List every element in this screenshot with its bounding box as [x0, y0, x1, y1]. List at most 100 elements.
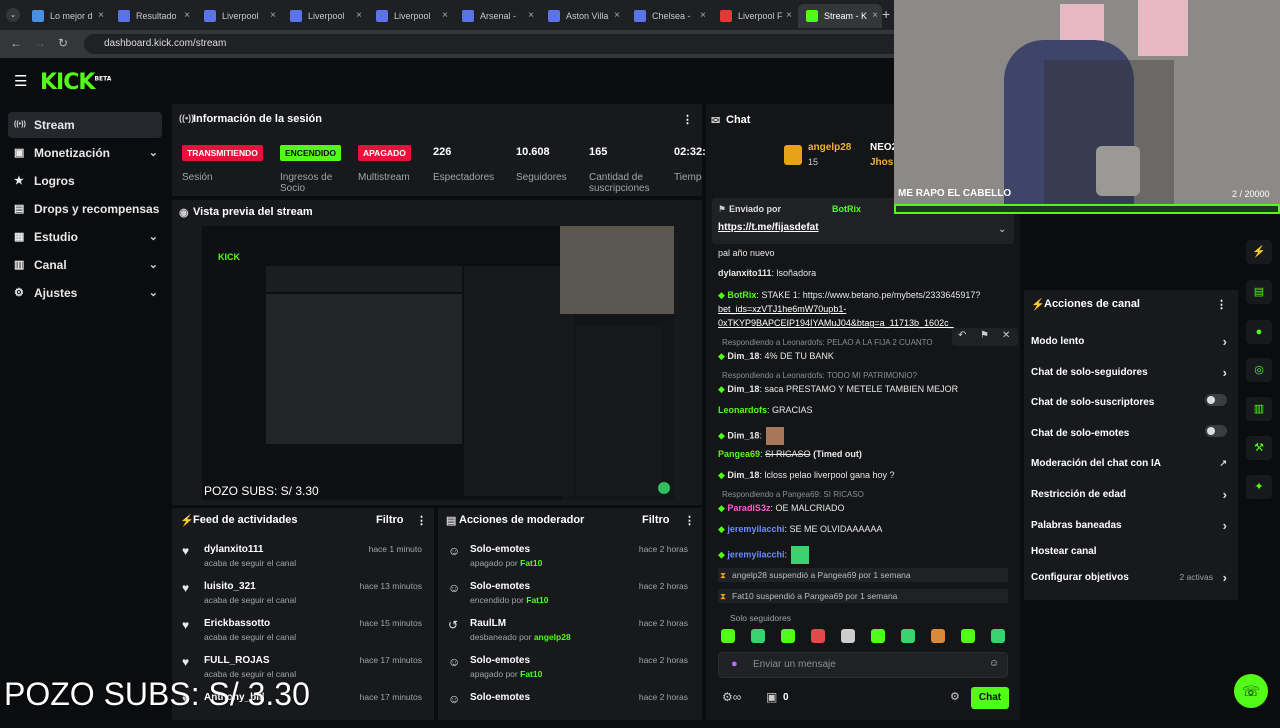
chat-username[interactable]: jeremyilacchi: [727, 524, 784, 534]
leader-name-3[interactable]: Jhos: [870, 157, 893, 168]
back-icon[interactable]: ←: [10, 36, 22, 50]
channel-action-hostear-canal[interactable]: Hostear canal: [1031, 546, 1231, 557]
sidebar-item-drops[interactable]: ▤ Drops y recompensas: [8, 196, 162, 222]
channel-action-modo-lento[interactable]: Modo lento ›: [1031, 334, 1231, 349]
channel-actions-options-icon[interactable]: ⋮: [1216, 298, 1227, 311]
emote-icon[interactable]: [871, 629, 885, 643]
browser-tab[interactable]: Liverpool ×: [368, 4, 452, 28]
tab-close-icon[interactable]: ×: [184, 4, 190, 28]
kick-logo[interactable]: KICKBETA: [40, 70, 111, 95]
chevron-right-icon[interactable]: ›: [1223, 570, 1227, 585]
channel-action-moderaci-n-del-chat-con-ia[interactable]: Moderación del chat con IA ↗: [1031, 458, 1231, 469]
emote-icon[interactable]: [751, 629, 765, 643]
rail-doc-icon[interactable]: ▤: [1246, 280, 1272, 304]
emote-icon[interactable]: [991, 629, 1005, 643]
feed-filter-button[interactable]: Filtro: [376, 514, 404, 526]
sidebar-item-ajustes[interactable]: ⚙ Ajustes ⌄: [8, 280, 162, 306]
tab-list-dropdown-icon[interactable]: ⌄: [6, 8, 20, 22]
send-chat-button[interactable]: Chat: [971, 687, 1009, 709]
rail-tools-icon[interactable]: ⚒: [1246, 436, 1272, 460]
modaction-actor[interactable]: angelp28: [534, 632, 571, 642]
toggle-switch[interactable]: [1205, 394, 1227, 406]
tab-close-icon[interactable]: ×: [98, 4, 104, 28]
modactions-filter-button[interactable]: Filtro: [642, 514, 670, 526]
channel-action-chat-de-solo-suscriptores[interactable]: Chat de solo-suscriptores: [1031, 394, 1231, 408]
emoji-icon[interactable]: ☺: [989, 658, 999, 669]
emote-icon[interactable]: [721, 629, 735, 643]
community-icon[interactable]: ⚙∞: [722, 690, 741, 704]
tab-close-icon[interactable]: ×: [872, 4, 878, 28]
browser-tab[interactable]: Stream - K ×: [798, 4, 882, 28]
chat-username[interactable]: Dim_18: [727, 430, 759, 440]
browser-tab[interactable]: Resultado ×: [110, 4, 194, 28]
chat-username[interactable]: Dim_18: [727, 351, 759, 361]
stream-preview-video[interactable]: KICK POZO SUBS: S/ 3.30: [202, 226, 674, 500]
channel-action-restricci-n-de-edad[interactable]: Restricción de edad ›: [1031, 487, 1231, 502]
channel-action-configurar-objetivos[interactable]: Configurar objetivos › 2 activas: [1031, 570, 1231, 585]
reload-icon[interactable]: ↻: [58, 36, 68, 50]
channel-action-palabras-baneadas[interactable]: Palabras baneadas ›: [1031, 518, 1231, 533]
menu-icon[interactable]: ☰: [14, 72, 27, 90]
forward-icon[interactable]: →: [34, 36, 46, 50]
rail-chat-icon[interactable]: ●: [1246, 320, 1272, 344]
settings-icon[interactable]: ⚙: [950, 690, 960, 703]
chat-input[interactable]: ● Enviar un mensaje ☺: [718, 652, 1008, 678]
sidebar-item-canal[interactable]: ▥ Canal ⌄: [8, 252, 162, 278]
chat-username[interactable]: Leonardofs: [718, 405, 767, 415]
chevron-right-icon[interactable]: ›: [1223, 518, 1227, 533]
chat-link[interactable]: bet_ids=xzVTJ1he6mW70upb1-: [718, 304, 846, 314]
feed-username[interactable]: Erickbassotto: [204, 618, 270, 629]
channel-action-chat-de-solo-emotes[interactable]: Chat de solo-emotes: [1031, 425, 1231, 439]
modaction-actor[interactable]: Fat10: [520, 558, 542, 568]
browser-tab[interactable]: Liverpool ×: [196, 4, 280, 28]
reply-icon[interactable]: ↶: [958, 330, 966, 341]
rail-broadcast-icon[interactable]: ◎: [1246, 358, 1272, 382]
external-link-icon[interactable]: ↗: [1219, 458, 1227, 469]
channel-action-chat-de-solo-seguidores[interactable]: Chat de solo-seguidores ›: [1031, 365, 1231, 380]
chat-username[interactable]: Dim_18: [727, 384, 759, 394]
sidebar-item-estudio[interactable]: ▦ Estudio ⌄: [8, 224, 162, 250]
chevron-down-icon[interactable]: ⌄: [149, 224, 158, 250]
modaction-item[interactable]: ☺ Solo-emotes apagado por Fat10 hace 2 hora…: [438, 655, 698, 691]
sidebar-item-stream[interactable]: ((•)) Stream: [8, 112, 162, 138]
modaction-item[interactable]: ↺ RaulLM desbaneado por angelp28 hace 2 hor…: [438, 618, 698, 654]
tab-close-icon[interactable]: ×: [356, 4, 362, 28]
chat-link[interactable]: 0xTKYP9BAPCEIP194IYAMuJ04&btag=a_11713b_…: [718, 318, 954, 328]
emote-icon[interactable]: [931, 629, 945, 643]
chat-username[interactable]: Pangea69: [718, 449, 760, 459]
rail-extension-icon[interactable]: ✦: [1246, 475, 1272, 499]
support-button[interactable]: ☏: [1234, 674, 1268, 708]
sidebar-item-monetización[interactable]: ▣ Monetización ⌄: [8, 140, 162, 166]
chat-username[interactable]: Dim_18: [727, 470, 759, 480]
toggle-switch[interactable]: [1205, 425, 1227, 437]
modaction-item[interactable]: ☺ Solo-emotes encendido por Fat10 hace 2 ho…: [438, 581, 698, 617]
chat-username[interactable]: ParadiS3z: [727, 503, 770, 513]
modaction-actor[interactable]: Fat10: [526, 595, 548, 605]
tab-close-icon[interactable]: ×: [442, 4, 448, 28]
chevron-down-icon[interactable]: ⌄: [149, 140, 158, 166]
modaction-item[interactable]: ☺ Solo-emotes hace 2 horas: [438, 692, 698, 728]
rail-server-icon[interactable]: ▥: [1246, 397, 1272, 421]
chat-username[interactable]: jeremyilacchi: [727, 549, 784, 559]
feed-options-icon[interactable]: ⋮: [416, 514, 427, 527]
pinned-bot-name[interactable]: BotRix: [832, 204, 861, 214]
feed-username[interactable]: luisito_321: [204, 581, 256, 592]
chevron-right-icon[interactable]: ›: [1223, 334, 1227, 349]
chat-username[interactable]: dylanxito111: [718, 268, 772, 278]
browser-tab[interactable]: Aston Villa ×: [540, 4, 624, 28]
feed-item[interactable]: ♥ dylanxito111 acaba de seguir el canal hac…: [172, 544, 432, 580]
sidebar-item-logros[interactable]: ★ Logros: [8, 168, 162, 194]
modaction-item[interactable]: ☺ Solo-emotes apagado por Fat10 hace 2 hora…: [438, 544, 698, 580]
address-bar[interactable]: dashboard.kick.com/stream: [84, 34, 904, 54]
chevron-down-icon[interactable]: ⌄: [149, 252, 158, 278]
rail-bolt-icon[interactable]: ⚡: [1246, 240, 1272, 264]
emote-icon[interactable]: [961, 629, 975, 643]
chevron-right-icon[interactable]: ›: [1223, 487, 1227, 502]
browser-tab[interactable]: Chelsea - ×: [626, 4, 710, 28]
browser-tab[interactable]: Liverpool F ×: [712, 4, 796, 28]
emote-icon[interactable]: [901, 629, 915, 643]
chevron-down-icon[interactable]: ⌄: [149, 280, 158, 306]
browser-tab[interactable]: Liverpool ×: [282, 4, 366, 28]
feed-item[interactable]: ♥ Erickbassotto acaba de seguir el canal ha…: [172, 618, 432, 654]
microphone-icon[interactable]: ●: [731, 658, 738, 670]
